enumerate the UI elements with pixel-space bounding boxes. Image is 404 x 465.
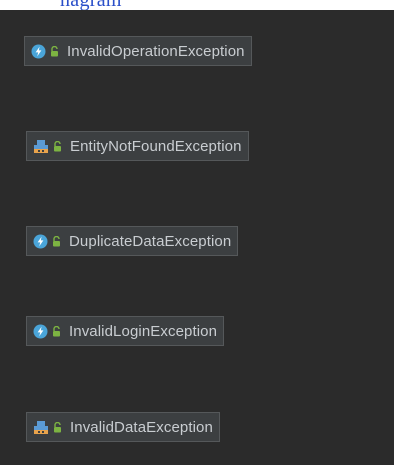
exception-class-icon xyxy=(33,234,48,249)
node-invalid-login-exception[interactable]: InvalidLoginException xyxy=(26,316,225,346)
public-lock-icon xyxy=(50,45,59,57)
node-label: InvalidOperationException xyxy=(67,42,245,60)
node-label: DuplicateDataException xyxy=(69,232,232,250)
public-lock-icon xyxy=(52,325,61,337)
class-icon xyxy=(33,420,49,435)
public-lock-icon xyxy=(53,140,62,152)
class-icon xyxy=(33,139,49,154)
top-strip-partial-text: nagram xyxy=(60,0,122,10)
node-duplicate-data-exception[interactable]: DuplicateDataException xyxy=(26,226,239,256)
top-strip: nagram xyxy=(0,0,404,10)
right-margin xyxy=(394,10,404,465)
node-invalid-operation-exception[interactable]: InvalidOperationException xyxy=(24,36,252,66)
node-label: InvalidLoginException xyxy=(69,322,218,340)
node-label: EntityNotFoundException xyxy=(70,137,242,155)
node-entity-not-found-exception[interactable]: EntityNotFoundException xyxy=(26,131,249,161)
node-invalid-data-exception[interactable]: InvalidDataException xyxy=(26,412,220,442)
exception-class-icon xyxy=(33,324,48,339)
public-lock-icon xyxy=(52,235,61,247)
exception-class-icon xyxy=(31,44,46,59)
diagram-canvas: InvalidOperationException EntityNotFound… xyxy=(0,10,394,465)
node-label: InvalidDataException xyxy=(70,418,213,436)
public-lock-icon xyxy=(53,421,62,433)
